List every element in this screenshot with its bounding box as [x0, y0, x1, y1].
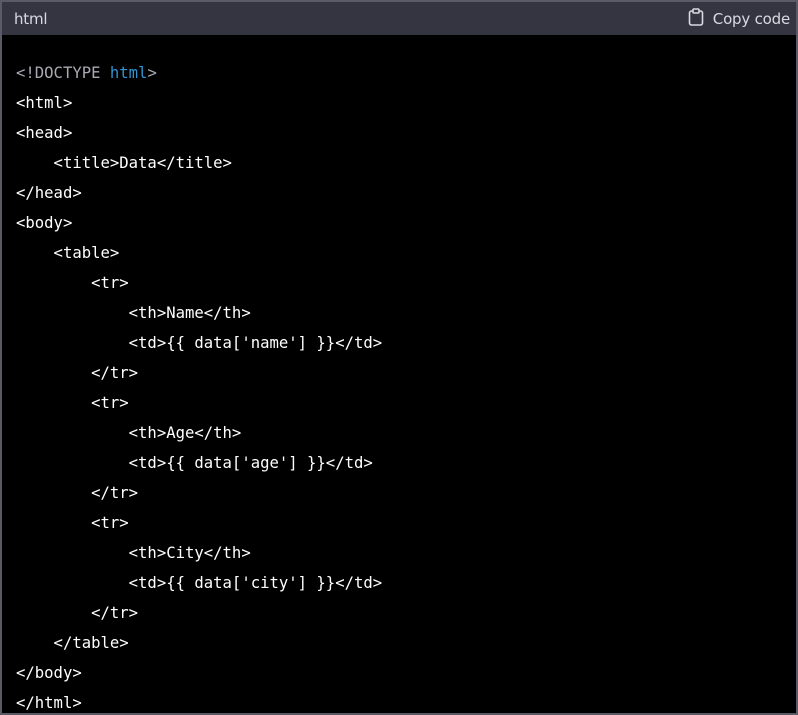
code-line: </body>: [16, 664, 82, 682]
code-line: <tr>: [16, 274, 129, 292]
doctype-close-token: >: [147, 64, 157, 82]
copy-code-button[interactable]: Copy code: [682, 7, 796, 31]
code-line: <table>: [16, 244, 120, 262]
code-line: <th>Name</th>: [16, 304, 251, 322]
code-line: <head>: [16, 124, 73, 142]
code-line: <td>{{ data['city'] }}</td>: [16, 574, 383, 592]
code-line: <tr>: [16, 514, 129, 532]
doctype-keyword-token: html: [109, 64, 148, 82]
copy-code-label: Copy code: [712, 9, 790, 28]
code-line-doctype: <!DOCTYPE html>: [16, 58, 382, 88]
code-line: <html>: [16, 94, 73, 112]
code-line: <title>Data</title>: [16, 154, 232, 172]
code-line: <body>: [16, 214, 73, 232]
code-line: </tr>: [16, 604, 139, 622]
code-line: <td>{{ data['age'] }}</td>: [16, 454, 373, 472]
code-line: </tr>: [16, 364, 139, 382]
code-line: <td>{{ data['name'] }}</td>: [16, 334, 383, 352]
code-line: <th>City</th>: [16, 544, 251, 562]
code-block-header: html Copy code: [2, 2, 796, 35]
code-block: html Copy code <!DOCTYPE html> <html> <hea…: [0, 0, 798, 715]
clipboard-icon: [688, 7, 713, 30]
code-line: </head>: [16, 184, 82, 202]
code-line: </tr>: [16, 484, 139, 502]
language-label: html: [14, 9, 48, 28]
code-line: <th>Age</th>: [16, 424, 242, 442]
doctype-token: <!DOCTYPE: [16, 64, 101, 82]
code-content: <!DOCTYPE html> <html> <head> <title>Data<…: [16, 58, 383, 713]
code-line: </table>: [16, 634, 129, 652]
code-line: </html>: [16, 694, 82, 712]
code-line: <tr>: [16, 394, 129, 412]
